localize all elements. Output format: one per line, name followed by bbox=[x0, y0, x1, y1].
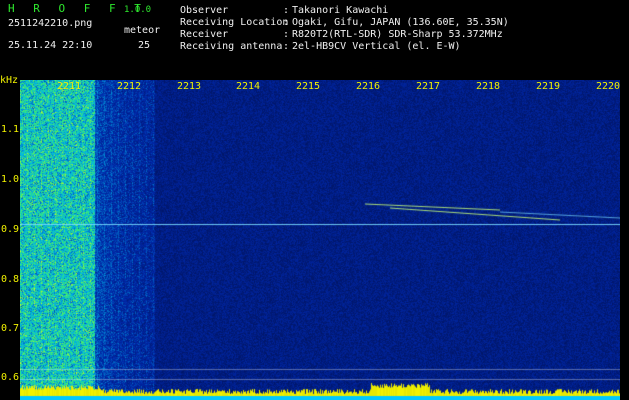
info-label-antenna: Receiving antenna bbox=[180, 41, 283, 52]
x-tick-label: 2220 bbox=[596, 81, 621, 92]
x-tick-label: 2212 bbox=[117, 81, 142, 92]
x-tick-label: 2213 bbox=[177, 81, 202, 92]
meteor-count: 25 bbox=[138, 40, 151, 51]
spectrogram-waterfall bbox=[20, 80, 620, 400]
meteor-label: meteor bbox=[124, 25, 161, 36]
app-version: 1.0.0 bbox=[124, 5, 152, 15]
file-datetime: 25.11.24 22:10 bbox=[8, 40, 93, 51]
info-sep: : bbox=[283, 29, 290, 40]
y-tick-label: 0.7 bbox=[1, 323, 20, 334]
x-tick-label: 2219 bbox=[536, 81, 561, 92]
x-tick-label: 2214 bbox=[236, 81, 261, 92]
header-panel: H R O F F T 1.0.0 2511242210.png 25.11.2… bbox=[0, 0, 629, 78]
info-sep: : bbox=[283, 41, 290, 52]
info-value-receiver: R820T2(RTL-SDR) SDR-Sharp 53.372MHz bbox=[292, 29, 503, 40]
y-tick-label: 0.9 bbox=[1, 224, 20, 235]
y-tick-label: 0.8 bbox=[1, 274, 20, 285]
info-label-receiver: Receiver bbox=[180, 29, 229, 40]
y-tick-label: 0.6 bbox=[1, 372, 20, 383]
x-tick-label: 2215 bbox=[296, 81, 321, 92]
info-sep: : bbox=[283, 5, 290, 16]
x-tick-label: 2218 bbox=[476, 81, 501, 92]
x-tick-label: 2211 bbox=[57, 81, 82, 92]
y-axis-unit: kHz bbox=[0, 75, 19, 86]
info-label-observer: Observer bbox=[180, 5, 229, 16]
info-value-antenna: 2el-HB9CV Vertical (el. E-W) bbox=[292, 41, 461, 52]
y-tick-label: 1.0 bbox=[1, 174, 20, 185]
x-tick-label: 2217 bbox=[416, 81, 441, 92]
info-sep: : bbox=[283, 17, 290, 28]
info-label-location: Receiving Location bbox=[180, 17, 289, 28]
info-value-location: Ogaki, Gifu, JAPAN (136.60E, 35.35N) bbox=[292, 17, 509, 28]
x-tick-label: 2216 bbox=[356, 81, 381, 92]
y-tick-label: 1.1 bbox=[1, 124, 20, 135]
file-name: 2511242210.png bbox=[8, 18, 93, 29]
info-value-observer: Takanori Kawachi bbox=[292, 5, 389, 16]
